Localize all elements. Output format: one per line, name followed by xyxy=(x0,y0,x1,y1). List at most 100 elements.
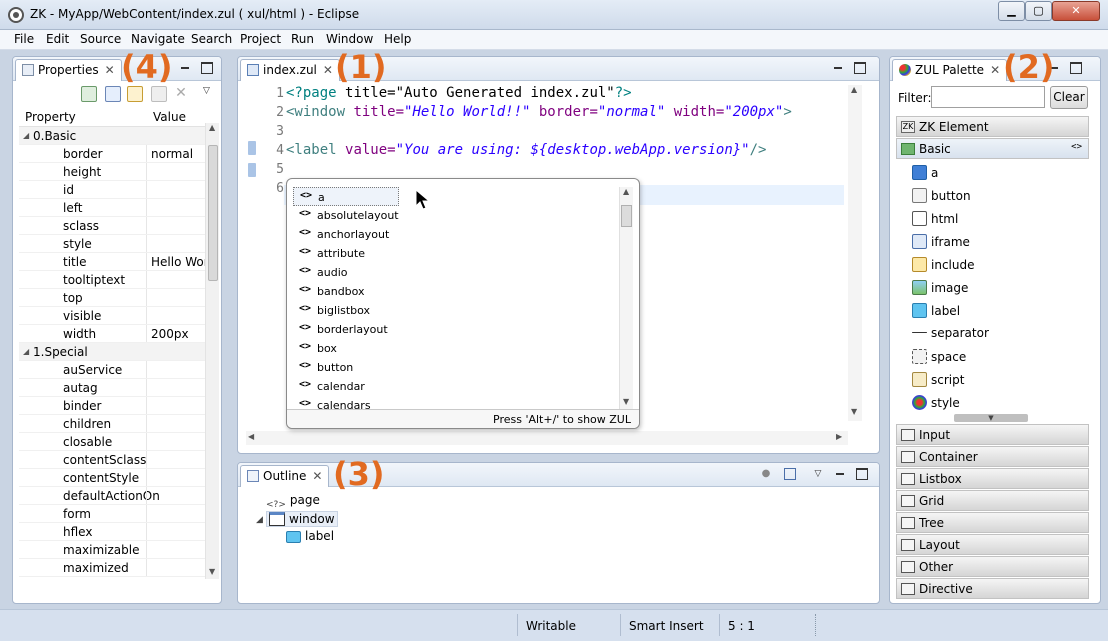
property-row[interactable]: visible xyxy=(19,307,205,325)
property-group-row[interactable]: 0.Basic xyxy=(19,127,205,145)
content-assist-item[interactable]: <> box xyxy=(293,339,619,358)
property-row[interactable]: id xyxy=(19,181,205,199)
palette-item-iframe[interactable]: iframe xyxy=(912,234,970,249)
palette-item-style[interactable]: style xyxy=(912,395,960,410)
palette-item-separator[interactable]: separator xyxy=(912,326,989,340)
palette-group-grid[interactable]: Grid xyxy=(896,490,1089,511)
maximize-view-icon[interactable] xyxy=(856,468,868,480)
property-row[interactable]: sclass xyxy=(19,217,205,235)
outline-node-window[interactable]: window xyxy=(266,511,338,527)
property-row[interactable]: children xyxy=(19,415,205,433)
content-assist-item[interactable]: <> borderlayout xyxy=(293,320,619,339)
close-tab-icon[interactable]: ✕ xyxy=(990,63,1000,77)
minimize-view-icon[interactable] xyxy=(832,62,844,74)
palette-item-image[interactable]: image xyxy=(912,280,968,295)
menu-navigate[interactable]: Navigate xyxy=(131,32,185,46)
scroll-left-icon[interactable]: ◀ xyxy=(248,432,254,441)
property-row[interactable]: maximizable xyxy=(19,541,205,559)
property-group-row[interactable]: 1.Special xyxy=(19,343,205,361)
property-row[interactable]: hflex xyxy=(19,523,205,541)
menu-run[interactable]: Run xyxy=(291,32,314,46)
property-row[interactable]: top xyxy=(19,289,205,307)
collapse-icon[interactable]: ◢ xyxy=(256,515,263,525)
palette-group-zk-element[interactable]: ZK ZK Element xyxy=(896,116,1089,137)
show-categories-icon[interactable] xyxy=(105,86,121,102)
outline-node-label[interactable]: label xyxy=(286,529,334,543)
tab-zul-palette[interactable]: ZUL Palette ✕ xyxy=(892,59,1008,81)
scroll-right-icon[interactable]: ▶ xyxy=(836,432,842,441)
menu-source[interactable]: Source xyxy=(80,32,121,46)
property-row[interactable]: closable xyxy=(19,433,205,451)
minimize-button[interactable]: ▁ xyxy=(998,1,1025,21)
minimize-view-icon[interactable] xyxy=(179,62,191,74)
close-button[interactable]: ✕ xyxy=(1052,1,1100,21)
palette-item-a[interactable]: a xyxy=(912,165,938,180)
maximize-view-icon[interactable] xyxy=(201,62,213,74)
palette-group-input[interactable]: Input xyxy=(896,424,1089,445)
show-advanced-icon[interactable] xyxy=(127,86,143,102)
palette-group-listbox[interactable]: Listbox xyxy=(896,468,1089,489)
scroll-thumb[interactable] xyxy=(621,205,632,227)
property-row[interactable]: form xyxy=(19,505,205,523)
maximize-button[interactable]: ▢ xyxy=(1025,1,1052,21)
property-row[interactable]: autag xyxy=(19,379,205,397)
menu-search[interactable]: Search xyxy=(191,32,232,46)
content-assist-item[interactable]: <> button xyxy=(293,358,619,377)
minimize-view-icon[interactable] xyxy=(834,468,846,480)
maximize-view-icon[interactable] xyxy=(1070,62,1082,74)
palette-group-layout[interactable]: Layout xyxy=(896,534,1089,555)
outline-node-page[interactable]: <?> page xyxy=(266,493,320,510)
properties-scrollbar[interactable]: ▲ ▼ xyxy=(205,123,219,579)
maximize-view-icon[interactable] xyxy=(854,62,866,74)
property-value[interactable]: 200px xyxy=(151,327,205,341)
menu-edit[interactable]: Edit xyxy=(46,32,69,46)
property-row[interactable]: title Hello Wor xyxy=(19,253,205,271)
property-value[interactable]: normal xyxy=(151,147,205,161)
content-assist-item[interactable]: <> biglistbox xyxy=(293,301,619,320)
property-row[interactable]: left xyxy=(19,199,205,217)
tab-properties[interactable]: Properties ✕ xyxy=(15,59,122,81)
property-row[interactable]: contentStyle xyxy=(19,469,205,487)
sort-icon[interactable]: ● xyxy=(760,468,772,480)
palette-group-container[interactable]: Container xyxy=(896,446,1089,467)
tab-index-zul[interactable]: index.zul ✕ xyxy=(240,59,340,81)
content-assist-item[interactable]: <> attribute xyxy=(293,244,619,263)
property-row[interactable]: contentSclass xyxy=(19,451,205,469)
palette-item-script[interactable]: script xyxy=(912,372,964,387)
palette-group-basic[interactable]: Basic <> xyxy=(896,138,1089,159)
scroll-thumb[interactable] xyxy=(208,145,218,281)
content-assist-item[interactable]: <> calendars xyxy=(293,396,619,409)
new-item-icon[interactable] xyxy=(81,86,97,102)
property-row[interactable]: maximized xyxy=(19,559,205,577)
tab-outline[interactable]: Outline ✕ xyxy=(240,465,330,487)
palette-group-other[interactable]: Other xyxy=(896,556,1089,577)
palette-group-tree[interactable]: Tree xyxy=(896,512,1089,533)
property-row[interactable]: border normal xyxy=(19,145,205,163)
editor-horizontal-scrollbar[interactable]: ◀ ▶ xyxy=(246,431,848,445)
delete-icon[interactable]: ✕ xyxy=(173,86,189,102)
scroll-down-icon[interactable]: ▼ xyxy=(954,414,1028,422)
palette-group-directive[interactable]: Directive xyxy=(896,578,1089,599)
property-row[interactable]: binder xyxy=(19,397,205,415)
close-tab-icon[interactable]: ✕ xyxy=(105,63,115,77)
content-assist-item[interactable]: <> anchorlayout xyxy=(293,225,619,244)
content-assist-item[interactable]: <> absolutelayout xyxy=(293,206,619,225)
menu-help[interactable]: Help xyxy=(384,32,411,46)
palette-item-label[interactable]: label xyxy=(912,303,960,318)
close-tab-icon[interactable]: ✕ xyxy=(312,469,322,483)
collapse-all-icon[interactable] xyxy=(784,468,796,480)
content-assist-item[interactable]: <> calendar xyxy=(293,377,619,396)
close-tab-icon[interactable]: ✕ xyxy=(323,63,333,77)
palette-item-html[interactable]: html xyxy=(912,211,958,226)
clear-button[interactable]: Clear xyxy=(1050,86,1088,109)
palette-item-space[interactable]: space xyxy=(912,349,966,364)
pin-icon[interactable]: <> xyxy=(1071,142,1082,152)
property-row[interactable]: auService xyxy=(19,361,205,379)
view-menu-icon[interactable]: ▽ xyxy=(203,86,219,102)
property-row[interactable]: width 200px xyxy=(19,325,205,343)
scroll-down-icon[interactable]: ▼ xyxy=(209,567,215,576)
property-value[interactable]: Hello Wor xyxy=(151,255,205,269)
restore-default-icon[interactable] xyxy=(151,86,167,102)
property-row[interactable]: tooltiptext xyxy=(19,271,205,289)
scroll-up-icon[interactable]: ▲ xyxy=(623,187,629,196)
